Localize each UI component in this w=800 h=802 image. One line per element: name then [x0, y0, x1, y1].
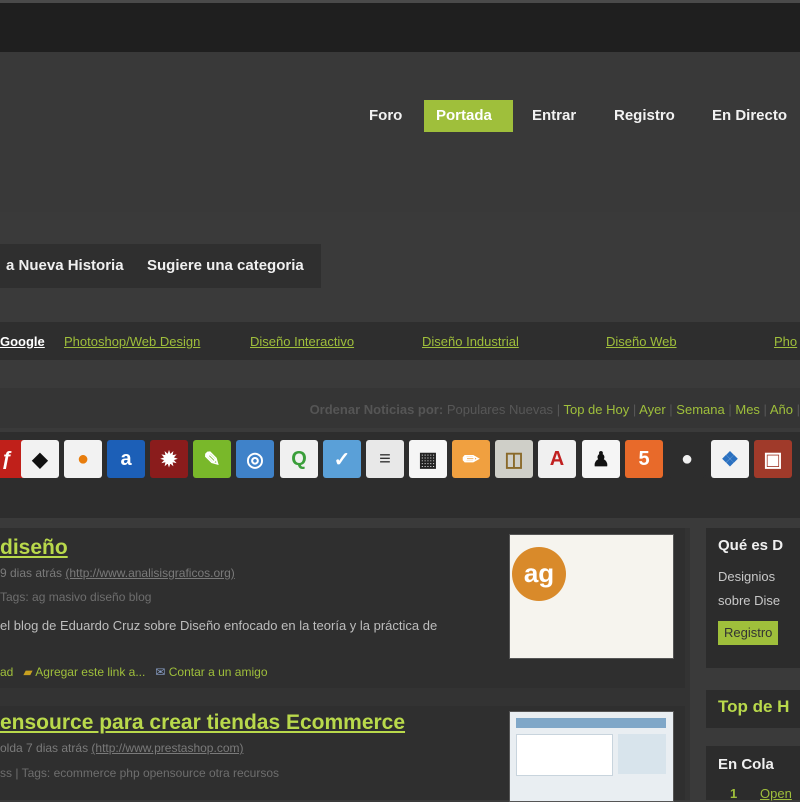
sort-trailing: | [796, 402, 800, 417]
nav-registro[interactable]: Registro [602, 100, 687, 132]
sidebar-queue-item[interactable]: Open [760, 786, 792, 801]
category-google[interactable]: Google [0, 334, 45, 349]
sort-mes[interactable]: Mes [735, 402, 760, 417]
sort-separator: | [763, 402, 767, 417]
nav-entrar[interactable]: Entrar [520, 100, 588, 132]
sort-dim-options[interactable]: Populares Nuevas [447, 402, 553, 417]
camera-icon[interactable]: ◎ [236, 440, 274, 478]
sidebar-queue-number: 1 [730, 786, 738, 801]
suggest-category-button[interactable]: Sugiere una categoria [137, 244, 321, 288]
story-1-title[interactable]: diseño [0, 536, 68, 560]
gear-red-icon[interactable]: ✹ [150, 440, 188, 478]
layout-icon[interactable]: ▦ [409, 440, 447, 478]
story-1-action-add-link[interactable]: Agregar este link a... [35, 665, 145, 679]
new-story-button[interactable]: a Nueva Historia [0, 244, 138, 288]
ai-app-icon[interactable]: a [107, 440, 145, 478]
sort-options: Ordenar Noticias por: Populares Nuevas |… [310, 402, 800, 417]
sort-separator: | [728, 402, 732, 417]
story-2-author[interactable]: olda [0, 741, 23, 755]
sort-separator: | [556, 402, 561, 417]
category-interactivo[interactable]: Diseño Interactivo [250, 334, 354, 349]
html5-icon[interactable]: 5 [625, 440, 663, 478]
header-area [0, 52, 800, 212]
apple-icon[interactable]: ● [668, 440, 706, 478]
top-browser-bar [0, 0, 800, 52]
nav-portada[interactable]: Portada [424, 100, 513, 132]
photo-grid-icon[interactable]: ▣ [754, 440, 792, 478]
list-icon[interactable]: ≡ [366, 440, 404, 478]
story-2-meta: olda 7 dias atrás (http://www.prestashop… [0, 741, 243, 755]
story-1-action-tell-friend[interactable]: Contar a un amigo [169, 665, 268, 679]
sidebar-what-title: Qué es D [718, 537, 784, 554]
screenshot-side [618, 734, 666, 774]
archive-icon[interactable]: ◫ [495, 440, 533, 478]
font-icon[interactable]: A [538, 440, 576, 478]
nav-foro[interactable]: Foro [357, 100, 414, 132]
sidebar-what-line2: sobre Dise [718, 593, 781, 608]
pen-tool-icon[interactable]: ✓ [323, 440, 361, 478]
story-2-url[interactable]: (http://www.prestashop.com) [91, 741, 243, 755]
sort-semana[interactable]: Semana [676, 402, 724, 417]
sidebar-what-line1: Designios [718, 569, 776, 584]
story-1-url[interactable]: (http://www.analisisgraficos.org) [65, 566, 234, 580]
sort-ayer[interactable]: Ayer [639, 402, 666, 417]
story-1-age: 9 dias atrás [0, 566, 63, 580]
story-1-desc: el blog de Eduardo Cruz sobre Diseño enf… [0, 618, 438, 633]
category-photoshop[interactable]: Photoshop/Web Design [64, 334, 200, 349]
ag-logo: ag [512, 547, 566, 601]
blender-icon[interactable]: ● [64, 440, 102, 478]
vector-pen-icon[interactable]: ✎ [193, 440, 231, 478]
story-1-meta: 9 dias atrás (http://www.analisisgrafico… [0, 566, 235, 580]
sidebar-register-button[interactable]: Registro [718, 621, 779, 645]
sort-separator: | [632, 402, 637, 417]
quake-icon[interactable]: Q [280, 440, 318, 478]
story-1-tags: Tags: ag masivo diseño blog [0, 590, 152, 604]
windows-icon[interactable]: ❖ [711, 440, 749, 478]
story-2-thumbnail[interactable] [509, 711, 674, 802]
story-1-thumbnail[interactable]: ag [509, 534, 674, 659]
sidebar-top-title[interactable]: Top de H [718, 697, 789, 717]
category-web[interactable]: Diseño Web [606, 334, 677, 349]
sidebar-queue-title: En Cola [718, 756, 774, 773]
story-2-title[interactable]: ensource para crear tiendas Ecommerce [0, 711, 405, 735]
sort-label: Ordenar Noticias por: [309, 402, 444, 417]
inkscape-icon[interactable]: ◆ [21, 440, 59, 478]
story-1-action-read[interactable]: ad [0, 665, 13, 679]
mail-icon: ✉ [155, 665, 166, 679]
screenshot-panel [516, 734, 613, 776]
sort-separator: | [669, 402, 673, 417]
story-2-tags: ss | Tags: ecommerce php opensource otra… [0, 766, 280, 780]
story-2-age: 7 dias atrás [26, 741, 89, 755]
folder-icon: ▰ [23, 665, 33, 679]
pencil-icon[interactable]: ✏ [452, 440, 490, 478]
story-1-actions: ad ▰ Agregar este link a... ✉ Contar a u… [0, 665, 268, 679]
linux-tux-icon[interactable]: ♟ [582, 440, 620, 478]
nav-en-directo[interactable]: En Directo [700, 100, 799, 132]
sort-ano[interactable]: Año [770, 402, 793, 417]
sort-top-hoy[interactable]: Top de Hoy [563, 402, 629, 417]
category-pho[interactable]: Pho [774, 334, 797, 349]
category-industrial[interactable]: Diseño Industrial [422, 334, 519, 349]
screenshot-header [516, 718, 666, 728]
